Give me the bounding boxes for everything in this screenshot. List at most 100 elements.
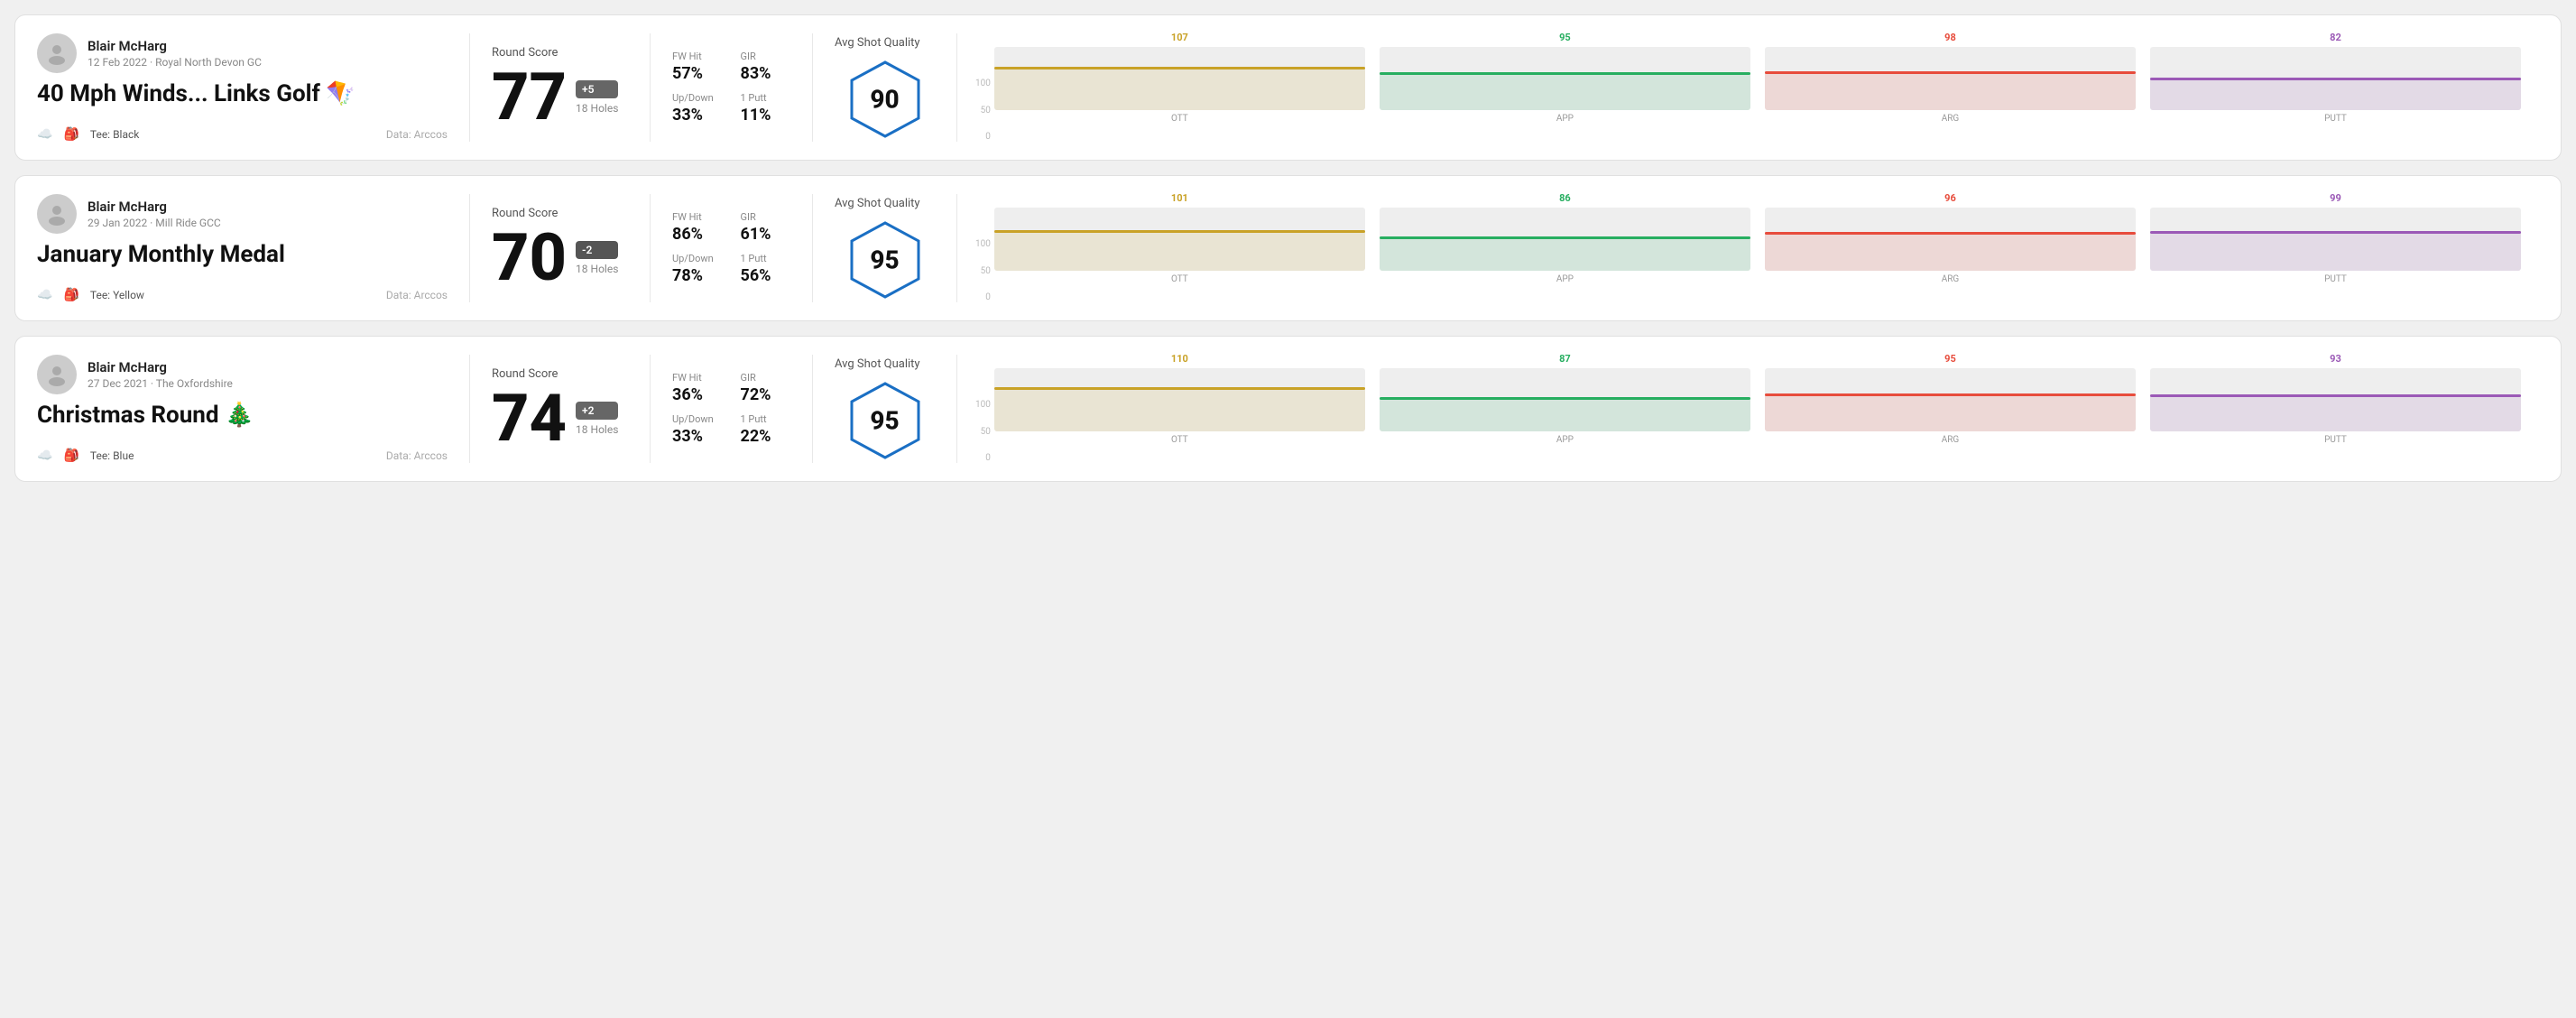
oneputt-label: 1 Putt bbox=[741, 253, 791, 264]
bar-fill-app bbox=[1380, 397, 1750, 432]
card-footer: ☁️ 🎒 Tee: Yellow Data: Arccos bbox=[37, 288, 448, 302]
bar-value-ott: 107 bbox=[1171, 32, 1188, 43]
y-label-100: 100 bbox=[975, 239, 991, 249]
user-name: Blair McHarg bbox=[88, 359, 233, 375]
y-label-50: 50 bbox=[981, 266, 991, 276]
score-label: Round Score bbox=[492, 46, 628, 60]
quality-label: Avg Shot Quality bbox=[835, 197, 920, 210]
score-diff-badge: -2 bbox=[576, 241, 618, 259]
bar-app: 86 APP bbox=[1380, 192, 1750, 284]
oneputt-label: 1 Putt bbox=[741, 413, 791, 425]
bag-icon: 🎒 bbox=[63, 449, 78, 463]
data-source: Data: Arccos bbox=[386, 128, 448, 141]
score-diff-badge: +2 bbox=[576, 402, 618, 420]
stats-section: FW Hit 57% GIR 83% Up/Down 33% 1 Putt 11… bbox=[651, 33, 813, 142]
fw-hit-value: 36% bbox=[672, 385, 723, 404]
score-holes: 18 Holes bbox=[576, 263, 618, 275]
round-title: January Monthly Medal bbox=[37, 241, 448, 268]
bar-top-line-app bbox=[1380, 72, 1750, 75]
score-label: Round Score bbox=[492, 367, 628, 381]
weather-icon: ☁️ bbox=[37, 288, 52, 302]
hexagon-container: 95 bbox=[845, 219, 926, 301]
updown-value: 33% bbox=[672, 427, 723, 446]
score-holes: 18 Holes bbox=[576, 102, 618, 115]
bag-icon: 🎒 bbox=[63, 288, 78, 302]
bar-arg: 95 ARG bbox=[1765, 353, 2136, 445]
updown-value: 33% bbox=[672, 106, 723, 125]
bar-axis-ott: OTT bbox=[1171, 435, 1188, 445]
bar-axis-arg: ARG bbox=[1942, 435, 1960, 445]
hexagon-container: 90 bbox=[845, 59, 926, 140]
shot-quality-section: Avg Shot Quality 95 bbox=[813, 355, 957, 463]
score-number: 77 bbox=[492, 65, 567, 130]
bar-top-line-ott bbox=[994, 67, 1365, 69]
bar-top-line-putt bbox=[2150, 394, 2521, 397]
hexagon-container: 95 bbox=[845, 380, 926, 461]
y-label-0: 0 bbox=[985, 453, 991, 463]
bar-wrapper-ott bbox=[994, 368, 1365, 431]
round-card-round2: Blair McHarg 29 Jan 2022 · Mill Ride GCC… bbox=[14, 175, 2562, 321]
footer-left: ☁️ 🎒 Tee: Yellow bbox=[37, 288, 144, 302]
bar-putt: 99 PUTT bbox=[2150, 192, 2521, 284]
user-name: Blair McHarg bbox=[88, 199, 221, 215]
bar-value-ott: 110 bbox=[1171, 353, 1188, 365]
bar-wrapper-ott bbox=[994, 208, 1365, 271]
fw-hit-stat: FW Hit 86% bbox=[672, 211, 723, 244]
y-label-0: 0 bbox=[985, 132, 991, 142]
bar-value-putt: 82 bbox=[2330, 32, 2341, 43]
oneputt-value: 22% bbox=[741, 427, 791, 446]
gir-stat: GIR 72% bbox=[741, 372, 791, 404]
score-number: 70 bbox=[492, 226, 567, 291]
tee-info: Tee: Black bbox=[90, 128, 139, 141]
bar-wrapper-putt bbox=[2150, 47, 2521, 110]
bar-chart: 107 OTT 95 APP 98 bbox=[994, 33, 2521, 142]
y-label-100: 100 bbox=[975, 79, 991, 88]
bar-value-putt: 93 bbox=[2330, 353, 2341, 365]
bar-wrapper-arg bbox=[1765, 368, 2136, 431]
bar-fill-arg bbox=[1765, 232, 2136, 271]
user-info: Blair McHarg 12 Feb 2022 · Royal North D… bbox=[37, 33, 448, 73]
bar-axis-app: APP bbox=[1556, 274, 1574, 284]
bar-fill-putt bbox=[2150, 231, 2521, 271]
quality-label: Avg Shot Quality bbox=[835, 357, 920, 371]
stat-grid: FW Hit 57% GIR 83% Up/Down 33% 1 Putt 11… bbox=[672, 51, 790, 125]
quality-score: 95 bbox=[870, 405, 899, 435]
bar-fill-app bbox=[1380, 236, 1750, 272]
gir-label: GIR bbox=[741, 51, 791, 62]
bar-ott: 107 OTT bbox=[994, 32, 1365, 124]
bar-fill-ott bbox=[994, 387, 1365, 431]
score-section: Round Score 70 -2 18 Holes bbox=[470, 194, 651, 302]
bar-fill-putt bbox=[2150, 394, 2521, 431]
bar-top-line-putt bbox=[2150, 231, 2521, 234]
bar-value-arg: 96 bbox=[1944, 192, 1956, 204]
bar-putt: 93 PUTT bbox=[2150, 353, 2521, 445]
card-left-section: Blair McHarg 29 Jan 2022 · Mill Ride GCC… bbox=[37, 194, 470, 302]
quality-score: 90 bbox=[870, 84, 899, 114]
bar-axis-putt: PUTT bbox=[2324, 114, 2347, 124]
quality-score: 95 bbox=[870, 245, 899, 274]
round-title: 40 Mph Winds... Links Golf 🪁 bbox=[37, 80, 448, 107]
fw-hit-label: FW Hit bbox=[672, 51, 723, 62]
oneputt-label: 1 Putt bbox=[741, 92, 791, 104]
oneputt-stat: 1 Putt 56% bbox=[741, 253, 791, 285]
footer-left: ☁️ 🎒 Tee: Blue bbox=[37, 449, 134, 463]
updown-value: 78% bbox=[672, 266, 723, 285]
bar-top-line-arg bbox=[1765, 232, 2136, 235]
gir-label: GIR bbox=[741, 372, 791, 384]
chart-section: 100 50 0 101 OTT 86 bbox=[957, 194, 2539, 302]
avatar bbox=[37, 194, 77, 234]
bar-fill-arg bbox=[1765, 393, 2136, 431]
bar-value-app: 86 bbox=[1559, 192, 1571, 204]
chart-row: 100 50 0 107 OTT 95 bbox=[975, 33, 2521, 142]
bar-axis-arg: ARG bbox=[1942, 114, 1960, 124]
y-label-50: 50 bbox=[981, 427, 991, 437]
gir-label: GIR bbox=[741, 211, 791, 223]
bar-wrapper-app bbox=[1380, 208, 1750, 271]
y-label-50: 50 bbox=[981, 106, 991, 116]
card-left-section: Blair McHarg 27 Dec 2021 · The Oxfordshi… bbox=[37, 355, 470, 463]
hexagon: 95 bbox=[845, 380, 926, 461]
card-left-section: Blair McHarg 12 Feb 2022 · Royal North D… bbox=[37, 33, 470, 142]
updown-stat: Up/Down 33% bbox=[672, 413, 723, 446]
user-meta: 12 Feb 2022 · Royal North Devon GC bbox=[88, 56, 262, 69]
bar-top-line-arg bbox=[1765, 393, 2136, 396]
